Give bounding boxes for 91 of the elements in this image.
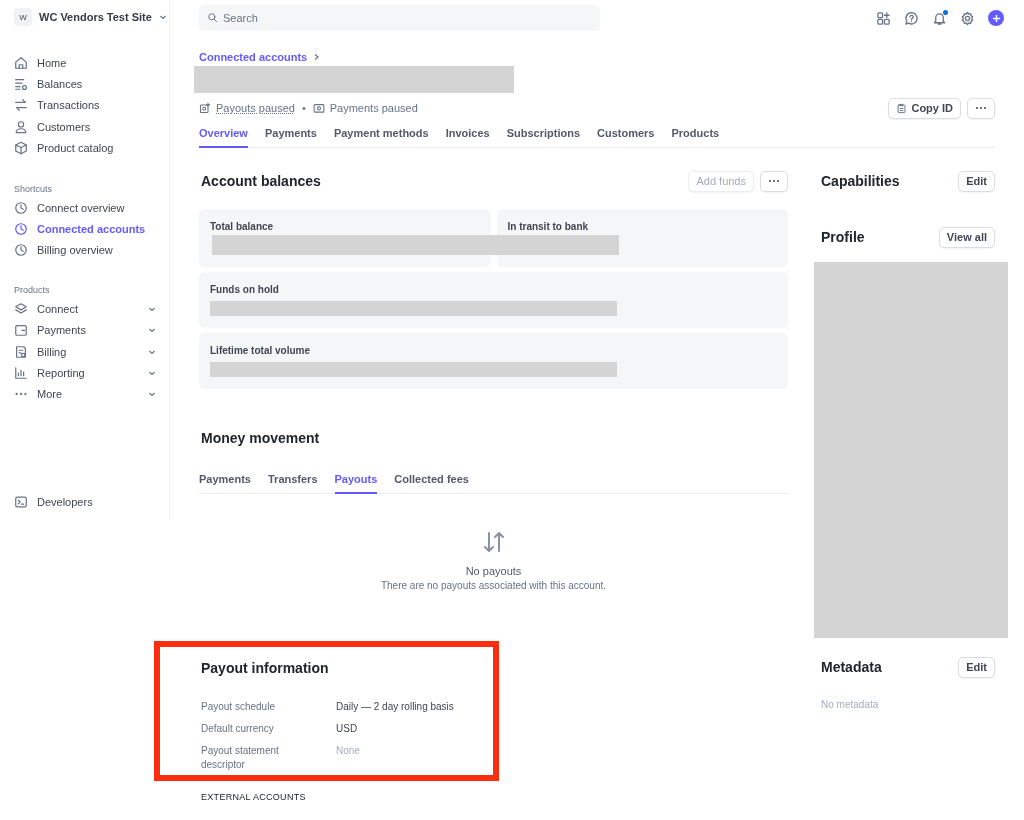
field-label: Payout schedule <box>201 700 276 714</box>
terminal-icon <box>14 494 28 509</box>
view-all-button[interactable]: View all <box>938 226 995 248</box>
section-label: EXTERNAL ACCOUNTS <box>201 792 307 802</box>
clock-icon <box>14 243 28 258</box>
chevron-icon <box>148 369 156 377</box>
sidebar-item[interactable]: Product catalog <box>14 137 156 159</box>
more-icon <box>975 106 987 110</box>
wallet-icon <box>14 323 28 338</box>
field-label: Default currency <box>201 722 275 736</box>
apps-icon <box>876 10 891 26</box>
chevron-icon <box>158 13 167 21</box>
breadcrumb-link[interactable]: Connected accounts <box>199 51 308 63</box>
layers-icon <box>14 301 28 316</box>
chevron-icon <box>148 326 156 335</box>
sidebar-item[interactable]: More <box>14 383 156 406</box>
settings-icon <box>960 10 975 26</box>
help-icon <box>904 10 919 26</box>
search-icon <box>207 12 218 23</box>
person-icon <box>14 119 28 134</box>
box-icon <box>14 141 28 156</box>
bar-chart-icon <box>14 366 28 380</box>
more-icon <box>768 179 780 183</box>
edit-button[interactable]: Edit <box>958 656 995 678</box>
search-field[interactable]: Search <box>199 5 600 31</box>
section-heading: Money movement <box>201 430 320 446</box>
clipboard-icon <box>896 102 908 114</box>
edit-button[interactable]: Edit <box>958 170 995 192</box>
sidebar-item[interactable]: Customers <box>14 116 156 138</box>
copy-id-button[interactable]: Copy ID <box>888 97 961 119</box>
balance-label: In transit to bank <box>507 221 590 232</box>
tab[interactable]: Payment methods <box>333 123 429 148</box>
chevron-icon <box>148 390 156 399</box>
sidebar-item[interactable]: Balances <box>14 73 156 95</box>
sidebar-item[interactable]: Home <box>14 52 156 74</box>
section-heading: Profile <box>821 229 865 245</box>
tab[interactable]: Payouts <box>334 469 378 494</box>
empty-title: No payouts <box>465 565 522 577</box>
transfer-icon <box>14 98 28 113</box>
payment-icon <box>312 102 325 114</box>
balance-label: Funds on hold <box>210 284 280 295</box>
sidebar-item[interactable]: Connect <box>14 298 156 320</box>
empty-description: There are no payouts associated with this account. <box>380 580 607 591</box>
tab[interactable]: Subscriptions <box>506 123 581 148</box>
sidebar-item[interactable]: Developers <box>14 491 156 513</box>
sidebar-item[interactable]: Payments <box>14 319 156 341</box>
balance-label: Total balance <box>210 221 275 232</box>
tab[interactable]: Payments <box>199 469 251 494</box>
sidebar-item[interactable]: Reporting <box>14 362 156 384</box>
tab[interactable]: Invoices <box>445 123 490 148</box>
invoice-icon <box>14 344 28 359</box>
sidebar-item[interactable]: Connected accounts <box>14 218 156 240</box>
sidebar-item[interactable]: Transactions <box>14 94 156 117</box>
status-link[interactable]: Payouts paused <box>216 102 295 114</box>
sidebar-item[interactable]: Connect overview <box>14 196 156 219</box>
account-name[interactable]: WC Vendors Test Site <box>39 11 152 23</box>
section-heading: Payout information <box>201 660 329 676</box>
field-value: Daily — 2 day rolling basis <box>336 700 455 714</box>
section-heading: Capabilities <box>821 173 900 189</box>
balance-icon <box>14 77 28 92</box>
sidebar-item[interactable]: Billing overview <box>14 239 156 262</box>
empty-text: No metadata <box>821 699 880 710</box>
more-button[interactable] <box>760 170 788 192</box>
account-avatar[interactable]: W <box>14 8 32 26</box>
balance-label: Lifetime total volume <box>210 345 311 356</box>
tab[interactable]: Payments <box>264 123 317 148</box>
tab[interactable]: Transfers <box>268 469 318 494</box>
separator-dot: • <box>301 102 306 114</box>
status-text: Payments paused <box>329 102 418 114</box>
more-button[interactable] <box>967 97 995 119</box>
arrows-icon <box>481 530 506 554</box>
create-button[interactable] <box>988 10 1004 26</box>
chevron-right-icon <box>313 53 321 61</box>
home-icon <box>14 55 28 70</box>
clock-icon <box>14 200 28 215</box>
tab[interactable]: Overview <box>199 123 248 148</box>
tab[interactable]: Customers <box>597 123 655 148</box>
field-value: None <box>336 744 361 758</box>
bell-icon <box>932 10 947 26</box>
field-value: USD <box>336 722 359 736</box>
section-title: Shortcuts <box>14 182 54 195</box>
tab[interactable]: Collected fees <box>394 469 469 494</box>
plus-icon <box>991 13 1001 23</box>
section-heading: Metadata <box>821 659 882 675</box>
clock-icon <box>14 222 28 237</box>
sidebar-item[interactable]: Billing <box>14 340 156 363</box>
payout-icon <box>199 102 211 114</box>
section-title: Products <box>14 284 51 297</box>
field-label: Payout statement descriptor <box>201 744 280 772</box>
tab[interactable]: Products <box>671 123 720 148</box>
section-heading: Account balances <box>201 173 321 189</box>
